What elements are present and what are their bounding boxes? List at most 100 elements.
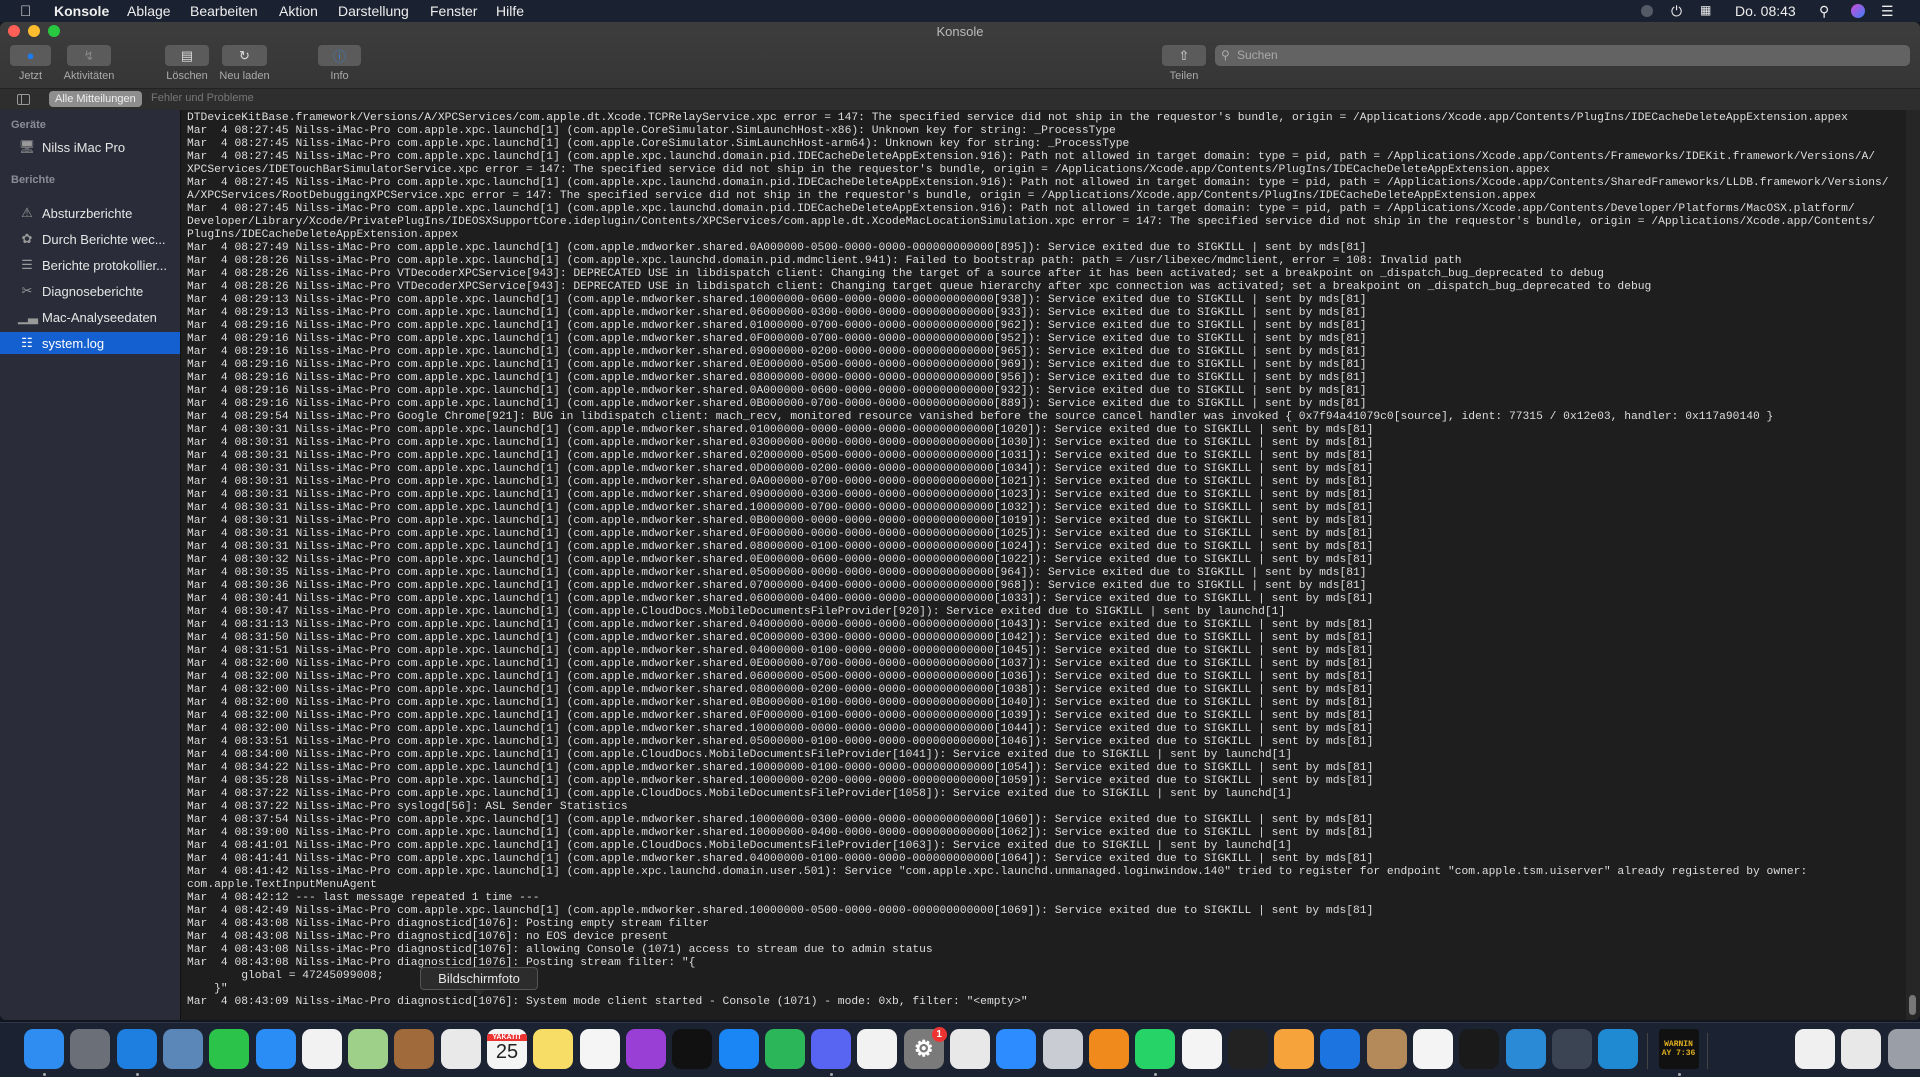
music-icon[interactable] bbox=[579, 1029, 620, 1069]
log-scrollbar[interactable] bbox=[1906, 110, 1920, 1020]
log-line: Mar 4 08:39:00 Nilss-iMac-Pro com.apple.… bbox=[187, 827, 1374, 839]
apple-menu-icon[interactable]:  bbox=[20, 3, 31, 20]
siri-icon[interactable] bbox=[1851, 4, 1865, 18]
menu-fenster[interactable]: Fenster bbox=[430, 3, 477, 19]
podcasts-icon[interactable] bbox=[625, 1029, 666, 1069]
finder-icon[interactable] bbox=[24, 1029, 64, 1069]
info-button[interactable]: ⓘ bbox=[318, 45, 361, 66]
sidebar-item[interactable]: ✂ Diagnoseberichte bbox=[0, 280, 180, 302]
swiss-knife-icon[interactable] bbox=[1459, 1029, 1500, 1069]
menu-clock[interactable]: Do. 08:43 bbox=[1735, 3, 1796, 19]
chrome-icon[interactable] bbox=[1181, 1029, 1222, 1069]
log-line: Mar 4 08:30:31 Nilss-iMac-Pro com.apple.… bbox=[187, 450, 1374, 462]
filter-all-messages[interactable]: Alle Mitteilungen bbox=[49, 91, 142, 107]
roblox-icon[interactable] bbox=[1042, 1029, 1083, 1069]
istat-icon[interactable] bbox=[1227, 1029, 1268, 1069]
menu-ablage[interactable]: Ablage bbox=[127, 3, 171, 19]
menu-aktion[interactable]: Aktion bbox=[279, 3, 318, 19]
sidebar-item[interactable]: ⚠ Absturzberichte bbox=[0, 202, 180, 224]
log-line: Mar 4 08:29:13 Nilss-iMac-Pro com.apple.… bbox=[187, 294, 1367, 306]
screenshot-icon[interactable] bbox=[440, 1029, 481, 1069]
pdf-document-icon[interactable] bbox=[1795, 1029, 1835, 1069]
log-line: Mar 4 08:31:13 Nilss-iMac-Pro com.apple.… bbox=[187, 619, 1374, 631]
pages-icon[interactable] bbox=[1274, 1029, 1315, 1069]
menu-darstellung[interactable]: Darstellung bbox=[338, 3, 409, 19]
libreoffice-icon[interactable] bbox=[950, 1029, 990, 1069]
menu-app-name[interactable]: Konsole bbox=[54, 3, 109, 19]
launchpad-icon[interactable] bbox=[70, 1029, 111, 1069]
spotlight-search-icon[interactable]: ⚲ bbox=[1819, 3, 1829, 20]
photos-icon[interactable] bbox=[301, 1029, 342, 1069]
sidebar-item-label: Durch Berichte wec... bbox=[42, 231, 166, 247]
reload-button[interactable]: ↻ bbox=[222, 45, 267, 66]
xcode-icon[interactable] bbox=[1320, 1029, 1361, 1069]
trash-icon[interactable] bbox=[1887, 1029, 1920, 1069]
sidebar-item[interactable]: ▁▃ Mac-Analyseedaten bbox=[0, 306, 180, 328]
menu-hilfe[interactable]: Hilfe bbox=[496, 3, 524, 19]
maps-icon[interactable] bbox=[348, 1029, 389, 1069]
search-icon: ⚲ bbox=[1221, 48, 1230, 62]
contacts-icon[interactable] bbox=[394, 1029, 435, 1069]
screenshot-file-icon[interactable] bbox=[1841, 1029, 1882, 1069]
reports-header: Berichte bbox=[11, 174, 56, 186]
log-line: Mar 4 08:30:31 Nilss-iMac-Pro com.apple.… bbox=[187, 476, 1374, 488]
now-label: Jetzt bbox=[18, 70, 43, 82]
search-placeholder: Suchen bbox=[1237, 48, 1278, 62]
info-icon: ⓘ bbox=[332, 49, 346, 64]
archive-utility-icon[interactable] bbox=[1366, 1029, 1407, 1069]
sidebar-toggle-icon[interactable] bbox=[17, 94, 30, 105]
sidebar-item[interactable]: ☰ Berichte protokollier... bbox=[0, 254, 180, 276]
menu-bearbeiten[interactable]: Bearbeiten bbox=[190, 3, 258, 19]
log-line: com.apple.TextInputMenuAgent bbox=[187, 879, 377, 891]
system-preferences-icon[interactable]: ⚙ 1 bbox=[903, 1027, 947, 1069]
clear-button[interactable]: ▤ bbox=[165, 45, 209, 66]
vscode-icon[interactable] bbox=[1598, 1029, 1639, 1069]
activities-button[interactable]: ↯ bbox=[67, 45, 111, 66]
tv-icon[interactable] bbox=[672, 1029, 713, 1069]
log-line: Mar 4 08:30:31 Nilss-iMac-Pro com.apple.… bbox=[187, 515, 1374, 527]
sidebar-item[interactable]: ☷ system.log bbox=[0, 332, 180, 354]
now-button[interactable]: ● bbox=[10, 45, 51, 66]
sidebar-item[interactable]: ✿ Durch Berichte wec... bbox=[0, 228, 180, 250]
notes-icon[interactable] bbox=[533, 1029, 574, 1069]
calendar-icon[interactable]: YAKATIT 25 bbox=[487, 1029, 527, 1069]
sidebar-device[interactable]: 🖥 Nilss iMac Pro bbox=[0, 136, 180, 158]
log-line: Mar 4 08:33:51 Nilss-iMac-Pro com.apple.… bbox=[187, 736, 1374, 748]
share-button[interactable]: ⇧ bbox=[1162, 45, 1206, 66]
x-app-icon[interactable] bbox=[1551, 1029, 1592, 1069]
document-icon: ☷ bbox=[21, 335, 33, 350]
log-line: Mar 4 08:27:49 Nilss-iMac-Pro com.apple.… bbox=[187, 242, 1367, 254]
clear-label: Löschen bbox=[166, 70, 208, 82]
notification-center-icon[interactable]: ☰ bbox=[1881, 3, 1894, 20]
messages-icon[interactable] bbox=[255, 1029, 296, 1069]
discord-icon[interactable] bbox=[811, 1029, 852, 1069]
filter-errors[interactable]: Fehler und Probleme bbox=[151, 92, 254, 104]
vpn-shield-icon[interactable] bbox=[1505, 1029, 1546, 1069]
keynote-icon[interactable] bbox=[1413, 1029, 1453, 1069]
scrollbar-thumb[interactable] bbox=[1909, 995, 1916, 1015]
status-dot-icon[interactable] bbox=[1641, 5, 1653, 17]
log-line: Mar 4 08:32:00 Nilss-iMac-Pro com.apple.… bbox=[187, 658, 1374, 670]
log-line: Mar 4 08:29:16 Nilss-iMac-Pro com.apple.… bbox=[187, 346, 1367, 358]
app-store-icon[interactable] bbox=[718, 1029, 759, 1069]
log-line: Developer/Library/Xcode/PrivatePlugIns/I… bbox=[187, 216, 1876, 228]
keyboard-status-icon[interactable]: ▦ bbox=[1700, 3, 1711, 17]
filter-bar: Alle Mitteilungen Fehler und Probleme bbox=[0, 88, 1920, 110]
log-view[interactable]: DTDeviceKitBase.framework/Versions/A/XPC… bbox=[180, 110, 1905, 1020]
whatsapp-icon[interactable] bbox=[1135, 1029, 1176, 1069]
log-line: Mar 4 08:30:31 Nilss-iMac-Pro com.apple.… bbox=[187, 424, 1374, 436]
facetime-icon[interactable] bbox=[209, 1029, 250, 1069]
log-line: Mar 4 08:30:31 Nilss-iMac-Pro com.apple.… bbox=[187, 437, 1374, 449]
log-line: Mar 4 08:30:31 Nilss-iMac-Pro com.apple.… bbox=[187, 489, 1374, 501]
console-widget-icon[interactable]: WARNIN AY 7:36 bbox=[1658, 1029, 1699, 1069]
zoom-icon[interactable] bbox=[996, 1029, 1037, 1069]
mail-icon[interactable] bbox=[162, 1029, 203, 1069]
safari-icon[interactable] bbox=[116, 1029, 157, 1069]
search-input[interactable]: ⚲ Suchen bbox=[1215, 45, 1910, 66]
reminders-icon[interactable] bbox=[857, 1029, 898, 1069]
log-line: Mar 4 08:42:12 --- last message repeated… bbox=[187, 892, 540, 904]
find-my-icon[interactable] bbox=[764, 1029, 805, 1069]
vlc-icon[interactable] bbox=[1088, 1029, 1129, 1069]
log-line: Mar 4 08:41:42 Nilss-iMac-Pro com.apple.… bbox=[187, 866, 1808, 878]
power-status-icon[interactable]: ⏻ bbox=[1671, 3, 1682, 20]
